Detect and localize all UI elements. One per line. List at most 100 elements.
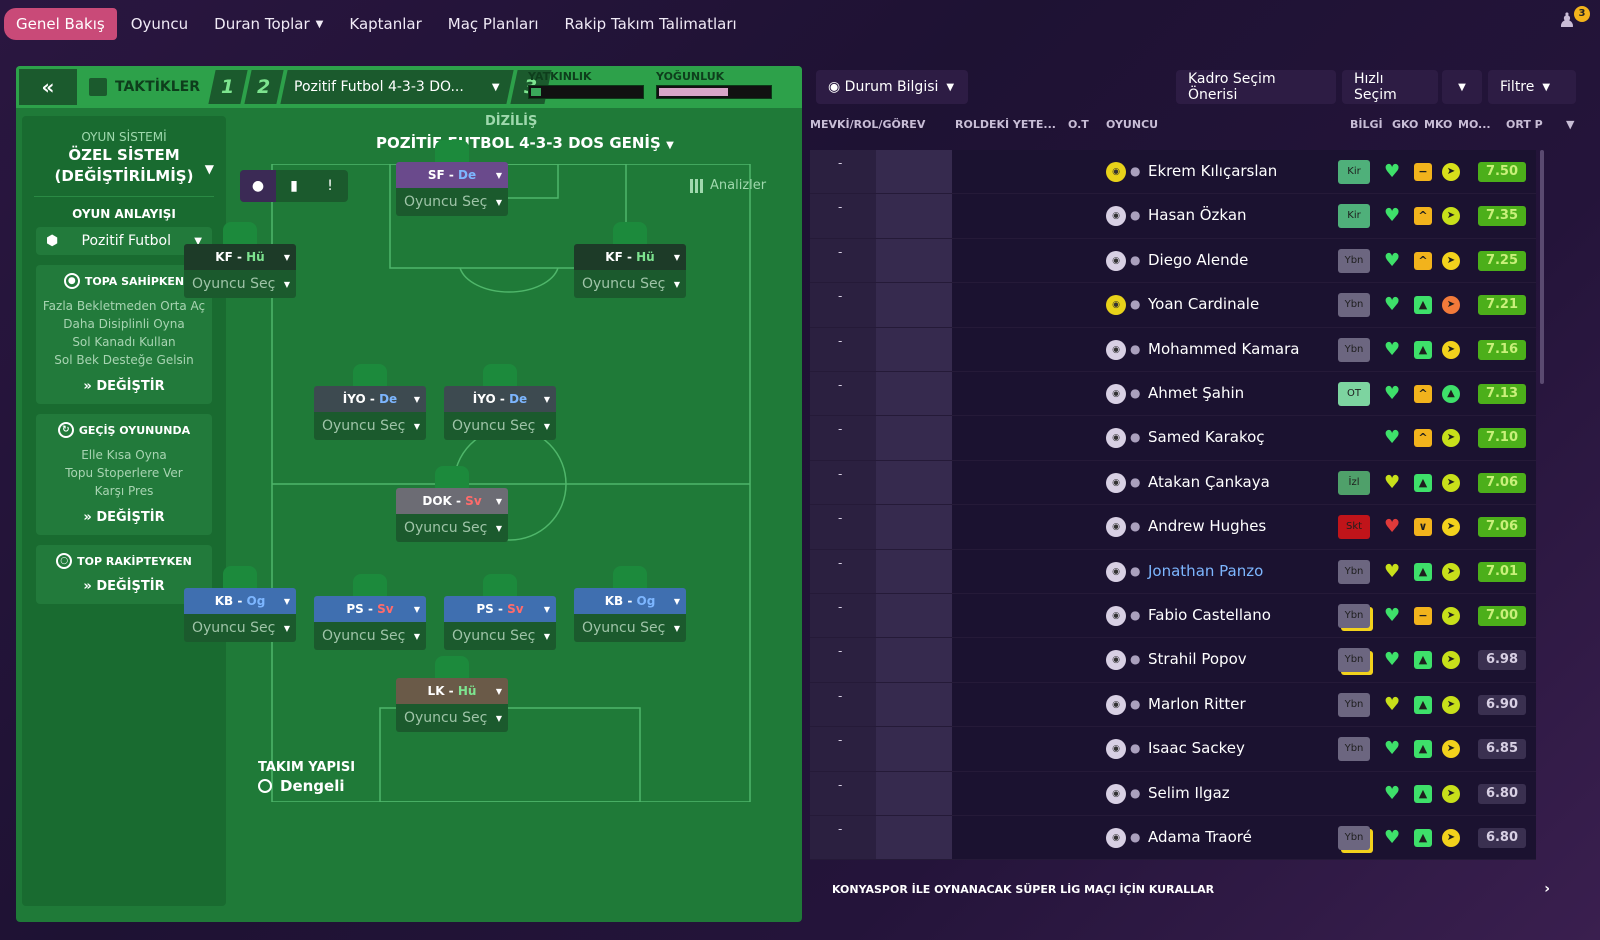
col-header-mo[interactable]: MO...	[1458, 118, 1491, 131]
info-badge[interactable]: Ybn	[1338, 337, 1370, 362]
player-name[interactable]: Atakan Çankaya	[1148, 473, 1270, 491]
tactic-slot-2[interactable]: 2	[244, 70, 284, 104]
info-badge[interactable]: Skt	[1338, 515, 1370, 540]
player-select[interactable]: Oyuncu Seç ▼	[184, 270, 296, 298]
view-select[interactable]: ◉ Durum Bilgisi ▼	[816, 70, 968, 104]
table-row[interactable]: - ◉ ● Marlon Ritter Ybn ♥ ▲ ➤ 6.90	[810, 683, 1536, 728]
nav-match-plans[interactable]: Maç Planları	[436, 8, 551, 40]
col-header-info[interactable]: BİLGİ	[1350, 118, 1383, 131]
col-header-ot[interactable]: O.T	[1068, 118, 1089, 131]
col-header-player[interactable]: OYUNCU	[1106, 118, 1158, 131]
role-select[interactable]: DOK - Sv ▼	[396, 488, 508, 514]
table-row[interactable]: - ◉ ● Fabio Castellano Ybn ♥ − ➤ 7.00	[810, 594, 1536, 639]
player-select[interactable]: Oyuncu Seç ▼	[314, 622, 426, 650]
role-select[interactable]: İYO - De ▼	[444, 386, 556, 412]
tactic-select[interactable]: Pozitif Futbol 4-3-3 DO... ▼	[280, 70, 514, 104]
table-row[interactable]: - ◉ ● Mohammed Kamara Ybn ♥ ▲ ➤ 7.16	[810, 328, 1536, 372]
nav-captains[interactable]: Kaptanlar	[337, 8, 433, 40]
table-row[interactable]: - ◉ ● Hasan Özkan Kir ♥ ^ ➤ 7.35	[810, 194, 1536, 239]
nav-opposition[interactable]: Rakip Takım Talimatları	[553, 8, 749, 40]
player-name[interactable]: Andrew Hughes	[1148, 517, 1266, 535]
table-row[interactable]: - ◉ ● Selim Ilgaz ♥ ▲ ➤ 6.80	[810, 772, 1536, 816]
player-select[interactable]: Oyuncu Seç ▼	[574, 270, 686, 298]
player-name[interactable]: Ahmet Şahin	[1148, 384, 1244, 402]
col-header-gko[interactable]: GKO	[1392, 118, 1418, 131]
info-badge[interactable]: Kir	[1338, 204, 1370, 229]
sort-chevron-icon[interactable]: ▼	[1566, 118, 1574, 131]
change-button[interactable]: » DEĞİŞTİR	[42, 379, 206, 394]
table-row[interactable]: - ◉ ● Isaac Sackey Ybn ♥ ▲ ➤ 6.85	[810, 727, 1536, 772]
table-row[interactable]: - ◉ ● Yoan Cardinale Ybn ♥ ▲ ➤ 7.21	[810, 283, 1536, 328]
player-select[interactable]: Oyuncu Seç ▼	[314, 412, 426, 440]
info-badge[interactable]: OT	[1338, 382, 1370, 406]
filter-button[interactable]: Filtre ▼	[1488, 70, 1576, 104]
player-name[interactable]: Ekrem Kılıçarslan	[1148, 162, 1277, 180]
player-select[interactable]: Oyuncu Seç ▼	[396, 704, 508, 732]
player-select[interactable]: Oyuncu Seç ▼	[184, 614, 296, 642]
player-name[interactable]: Fabio Castellano	[1148, 606, 1271, 624]
role-select[interactable]: KF - Hü ▼	[574, 244, 686, 270]
player-view-button[interactable]: ●	[240, 170, 276, 202]
role-select[interactable]: PS - Sv ▼	[444, 596, 556, 622]
role-select[interactable]: KB - Og ▼	[184, 588, 296, 614]
role-select[interactable]: KF - Hü ▼	[184, 244, 296, 270]
table-row[interactable]: - ◉ ● Atakan Çankaya İzl ♥ ▲ ➤ 7.06	[810, 461, 1536, 506]
table-row[interactable]: - ◉ ● Adama Traoré Ybn ♥ ▲ ➤ 6.80	[810, 816, 1536, 861]
info-badge[interactable]: Ybn	[1338, 648, 1370, 673]
nav-overview[interactable]: Genel Bakış	[4, 8, 117, 40]
team-shape[interactable]: TAKIM YAPISI Dengeli	[258, 760, 355, 795]
player-name[interactable]: Jonathan Panzo	[1148, 562, 1263, 580]
table-row[interactable]: - ◉ ● Andrew Hughes Skt ♥ ∨ ➤ 7.06	[810, 505, 1536, 550]
player-name[interactable]: Mohammed Kamara	[1148, 340, 1300, 358]
table-row[interactable]: - ◉ ● Jonathan Panzo Ybn ♥ ▲ ➤ 7.01	[810, 550, 1536, 594]
info-badge[interactable]: Ybn	[1338, 737, 1370, 762]
table-row[interactable]: - ◉ ● Ekrem Kılıçarslan Kir ♥ − ➤ 7.50	[810, 150, 1536, 195]
info-badge[interactable]: Ybn	[1338, 604, 1370, 628]
player-select[interactable]: Oyuncu Seç ▼	[396, 188, 508, 216]
role-select[interactable]: İYO - De ▼	[314, 386, 426, 412]
info-badge[interactable]: Ybn	[1338, 293, 1370, 318]
player-select[interactable]: Oyuncu Seç ▼	[444, 412, 556, 440]
info-badge[interactable]: İzl	[1338, 470, 1370, 495]
table-row[interactable]: - ◉ ● Strahil Popov Ybn ♥ ▲ ➤ 6.98	[810, 638, 1536, 683]
player-name[interactable]: Hasan Özkan	[1148, 206, 1247, 224]
col-header-mko[interactable]: MKO	[1424, 118, 1452, 131]
player-name[interactable]: Adama Traoré	[1148, 828, 1252, 846]
table-row[interactable]: - ◉ ● Samed Karakoç ♥ ^ ➤ 7.10	[810, 416, 1536, 461]
player-name[interactable]: Strahil Popov	[1148, 650, 1247, 668]
player-name[interactable]: Selim Ilgaz	[1148, 784, 1230, 802]
player-name[interactable]: Diego Alende	[1148, 251, 1248, 269]
role-select[interactable]: KB - Og ▼	[574, 588, 686, 614]
notifications-button[interactable]: ♟ 3	[1558, 6, 1590, 36]
col-header-position[interactable]: MEVKİ/ROL/GÖREV	[810, 118, 925, 131]
role-select[interactable]: PS - Sv ▼	[314, 596, 426, 622]
info-badge[interactable]: Ybn	[1338, 248, 1370, 273]
player-name[interactable]: Isaac Sackey	[1148, 739, 1245, 757]
table-row[interactable]: - ◉ ● Ahmet Şahin OT ♥ ^ ▲ 7.13	[810, 372, 1536, 417]
player-name[interactable]: Samed Karakoç	[1148, 428, 1265, 446]
nav-set-pieces[interactable]: Duran Toplar ▼	[202, 8, 335, 40]
squad-suggestion-button[interactable]: Kadro Seçim Önerisi	[1176, 70, 1336, 104]
change-button[interactable]: » DEĞİŞTİR	[42, 510, 206, 525]
nav-player[interactable]: Oyuncu	[119, 8, 200, 40]
player-select[interactable]: Oyuncu Seç ▼	[396, 514, 508, 542]
collapse-button[interactable]: «	[19, 69, 77, 105]
table-row[interactable]: - ◉ ● Diego Alende Ybn ♥ ^ ➤ 7.25	[810, 239, 1536, 284]
role-select[interactable]: LK - Hü ▼	[396, 678, 508, 704]
scrollbar[interactable]	[1540, 150, 1544, 384]
col-header-avg-rating[interactable]: ORT P	[1506, 118, 1543, 131]
info-view-button[interactable]: !	[312, 170, 348, 202]
role-select[interactable]: SF - De ▼	[396, 162, 508, 188]
col-header-role-ability[interactable]: ROLDEKİ YETE...	[955, 118, 1056, 131]
player-name[interactable]: Marlon Ritter	[1148, 695, 1246, 713]
player-select[interactable]: Oyuncu Seç ▼	[444, 622, 556, 650]
info-badge[interactable]: Ybn	[1338, 826, 1370, 850]
player-select[interactable]: Oyuncu Seç ▼	[574, 614, 686, 642]
player-name[interactable]: Yoan Cardinale	[1148, 295, 1259, 313]
info-badge[interactable]: Kir	[1338, 160, 1370, 184]
info-badge[interactable]: Ybn	[1338, 692, 1370, 717]
change-button[interactable]: » DEĞİŞTİR	[42, 579, 206, 594]
quick-pick-button[interactable]: Hızlı Seçim	[1342, 70, 1438, 104]
system-select[interactable]: ÖZEL SİSTEM (DEĞİŞTİRİLMİŞ) ▼	[22, 146, 226, 186]
tactic-slot-1[interactable]: 1	[208, 70, 248, 104]
